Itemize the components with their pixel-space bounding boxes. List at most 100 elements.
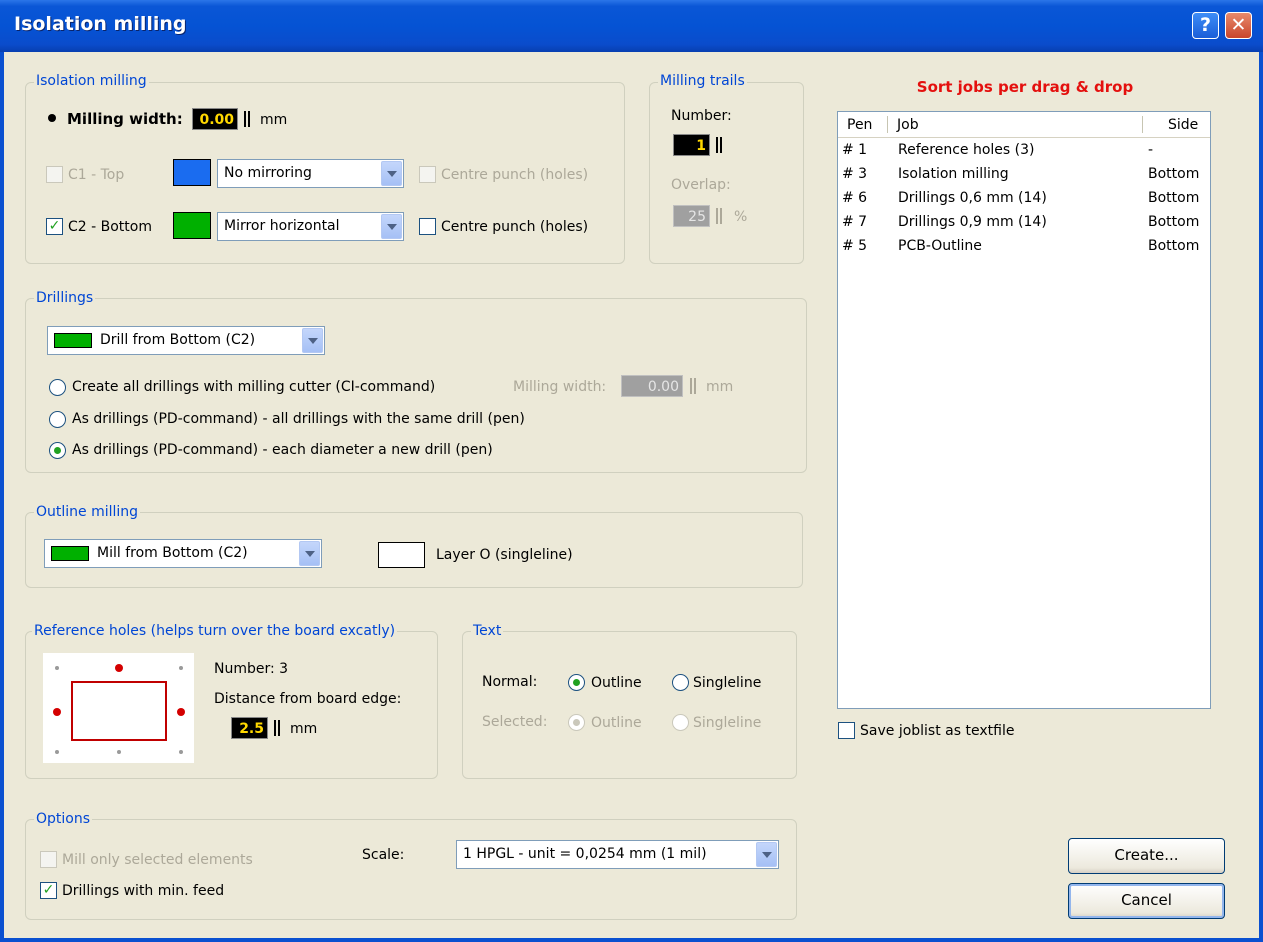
row-side: Bottom [1148,238,1200,254]
reference-distance-unit: mm [290,721,318,737]
chevron-down-icon[interactable] [299,541,320,566]
table-row[interactable]: # 5 PCB-Outline Bottom [838,234,1210,258]
overlap-spinner[interactable] [716,208,722,224]
mill-selected-label: Mill only selected elements [62,852,253,868]
options-group [25,819,797,920]
window-title: Isolation milling [14,13,187,35]
corner-mark [55,666,59,670]
bullet-icon [48,114,56,122]
column-header-job[interactable]: Job [897,117,919,133]
chevron-down-icon[interactable] [381,214,402,239]
reference-distance-spinner[interactable] [274,720,280,736]
text-group [462,631,797,779]
title-bar[interactable] [0,0,1263,52]
table-row[interactable]: # 7 Drillings 0,9 mm (14) Bottom [838,210,1210,234]
reference-hole-left [53,708,61,716]
drill-option-pd-same-radio[interactable] [49,411,66,428]
c2-color-swatch[interactable] [173,212,211,239]
drill-min-feed-label: Drillings with min. feed [62,883,225,899]
drill-option-pd-same-label: As drillings (PD-command) - all drilling… [72,411,525,427]
column-divider[interactable] [887,116,888,133]
trails-number-spinner[interactable] [716,137,722,153]
drill-option-ci-radio[interactable] [49,379,66,396]
c1-color-swatch[interactable] [173,159,211,186]
drill-side-swatch [54,333,92,348]
drill-milling-width-spinner[interactable] [690,378,696,394]
reference-number-label: Number: 3 [214,661,289,677]
milling-width-spinner[interactable] [244,111,250,127]
row-side: Bottom [1148,166,1200,182]
c1-top-checkbox[interactable] [46,166,63,183]
scale-value: 1 HPGL - unit = 0,0254 mm (1 mil) [463,846,707,862]
table-row[interactable]: # 1 Reference holes (3) - [838,138,1210,162]
text-group-label: Text [471,623,504,640]
save-joblist-checkbox[interactable] [838,722,855,739]
text-selected-outline-radio[interactable] [568,714,585,731]
reference-distance-label: Distance from board edge: [214,691,402,707]
row-pen: # 1 [842,142,868,158]
row-side: Bottom [1148,190,1200,206]
column-header-pen[interactable]: Pen [847,117,872,133]
text-selected-label: Selected: [482,714,548,730]
job-list-header: Pen Job Side [838,112,1210,138]
text-selected-singleline-radio[interactable] [672,714,689,731]
scale-dropdown[interactable]: 1 HPGL - unit = 0,0254 mm (1 mil) [456,840,779,869]
chevron-down-icon[interactable] [302,328,323,353]
reference-distance-input[interactable]: 2.5 [231,717,268,739]
c2-mirror-dropdown[interactable]: Mirror horizontal [217,212,404,241]
cancel-button[interactable]: Cancel [1068,883,1225,919]
drill-milling-width-input[interactable]: 0.00 [621,375,683,397]
row-pen: # 3 [842,166,868,182]
c2-centre-punch-checkbox[interactable] [419,218,436,235]
drill-option-pd-each-radio[interactable] [49,442,66,459]
c1-mirror-dropdown[interactable]: No mirroring [217,159,404,188]
milling-width-input[interactable]: 0.00 [192,108,238,130]
chevron-down-icon[interactable] [381,161,402,186]
reference-holes-diagram [43,653,194,763]
drill-side-dropdown[interactable]: Drill from Bottom (C2) [47,326,325,355]
drill-side-value: Drill from Bottom (C2) [100,332,256,348]
row-pen: # 6 [842,190,868,206]
text-normal-singleline-radio[interactable] [672,674,689,691]
column-header-side[interactable]: Side [1168,117,1198,133]
table-row[interactable]: # 6 Drillings 0,6 mm (14) Bottom [838,186,1210,210]
scale-label: Scale: [362,847,405,863]
outline-milling-group-label: Outline milling [34,504,141,521]
trails-number-label: Number: [671,108,732,124]
column-divider[interactable] [1142,116,1143,133]
mill-selected-checkbox[interactable] [40,851,57,868]
outline-side-dropdown[interactable]: Mill from Bottom (C2) [44,539,322,568]
row-pen: # 7 [842,214,868,230]
text-normal-outline-label: Outline [591,675,642,691]
chevron-down-icon[interactable] [756,842,777,867]
c1-centre-punch-checkbox[interactable] [419,166,436,183]
row-job: Isolation milling [898,166,1009,182]
row-job: Reference holes (3) [898,142,1035,158]
row-job: Drillings 0,9 mm (14) [898,214,1047,230]
corner-mark [179,666,183,670]
drill-min-feed-checkbox[interactable]: ✓ [40,882,57,899]
text-normal-outline-radio[interactable] [568,674,585,691]
c2-bottom-checkbox[interactable]: ✓ [46,218,63,235]
text-selected-singleline-label: Singleline [693,715,762,731]
job-list[interactable]: Pen Job Side # 1 Reference holes (3) - #… [837,111,1211,709]
table-row[interactable]: # 3 Isolation milling Bottom [838,162,1210,186]
trails-number-input[interactable]: 1 [673,134,710,156]
corner-mark [117,750,121,754]
outline-side-value: Mill from Bottom (C2) [97,545,248,561]
options-group-label: Options [34,811,93,828]
layer-color-swatch[interactable] [378,542,425,568]
help-button[interactable]: ? [1192,12,1219,39]
drill-milling-width-label: Milling width: [513,379,607,395]
close-button[interactable]: ✕ [1225,12,1252,39]
text-normal-singleline-label: Singleline [693,675,762,691]
create-button[interactable]: Create... [1068,838,1225,874]
radio-selected-dot [54,447,61,454]
save-joblist-label: Save joblist as textfile [860,723,1015,739]
c1-top-label: C1 - Top [68,167,125,183]
c2-mirror-value: Mirror horizontal [224,218,340,234]
overlap-input[interactable]: 25 [673,205,710,227]
row-job: PCB-Outline [898,238,982,254]
corner-mark [55,750,59,754]
reference-hole-top [115,664,123,672]
